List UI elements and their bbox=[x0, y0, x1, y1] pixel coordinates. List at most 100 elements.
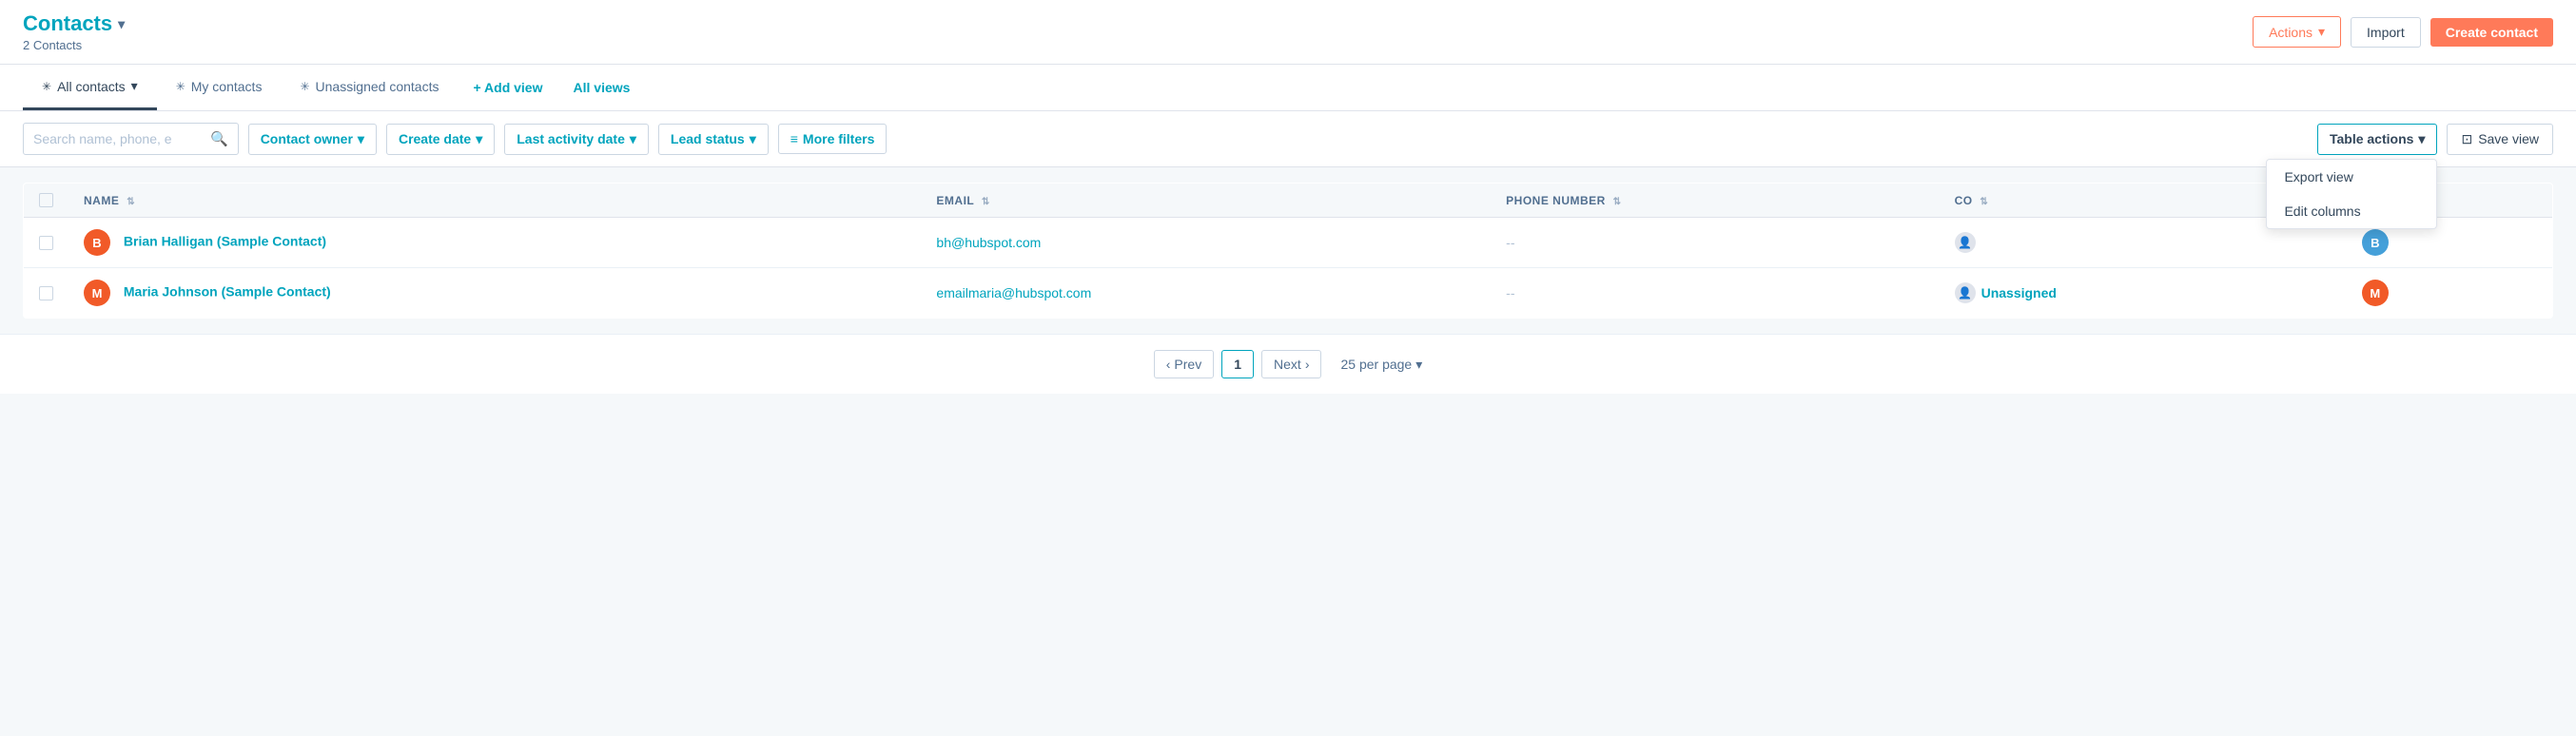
page-title-text: Contacts bbox=[23, 11, 112, 36]
lead-status-chevron-icon: ▾ bbox=[750, 131, 756, 147]
row1-name-link[interactable]: Brian Halligan (Sample Contact) bbox=[124, 234, 326, 249]
add-view-label: + Add view bbox=[473, 80, 542, 95]
table-actions-label: Table actions bbox=[2330, 131, 2413, 146]
more-filters-button[interactable]: ≡ More filters bbox=[778, 124, 888, 154]
page-title[interactable]: Contacts ▾ bbox=[23, 11, 125, 36]
prev-label: Prev bbox=[1174, 357, 1201, 372]
row1-assigned-avatar: B bbox=[2362, 229, 2389, 256]
row2-owner-text: Unassigned bbox=[1981, 285, 2057, 300]
prev-button[interactable]: ‹ Prev bbox=[1154, 350, 1214, 378]
more-filters-label: More filters bbox=[803, 131, 874, 146]
tab-all-contacts-label: All contacts bbox=[57, 79, 126, 94]
per-page-chevron-icon: ▾ bbox=[1415, 357, 1422, 373]
tab-my-contacts-label: My contacts bbox=[191, 79, 263, 94]
row2-assigned-avatar: M bbox=[2362, 280, 2389, 306]
all-views-link[interactable]: All views bbox=[558, 67, 646, 108]
prev-chevron-icon: ‹ bbox=[1166, 357, 1171, 372]
email-sort-icon[interactable]: ⇅ bbox=[982, 197, 990, 207]
tabs-bar: ✳ All contacts ▾ ✳ My contacts ✳ Unassig… bbox=[0, 65, 2576, 111]
col-email: EMAIL ⇅ bbox=[921, 184, 1491, 218]
create-contact-button[interactable]: Create contact bbox=[2430, 18, 2553, 47]
contact-count: 2 Contacts bbox=[23, 38, 125, 52]
title-chevron-icon: ▾ bbox=[118, 16, 125, 32]
edit-columns-item[interactable]: Edit columns bbox=[2267, 194, 2436, 228]
row2-checkbox-cell bbox=[24, 268, 69, 319]
row1-avatar: B bbox=[84, 229, 110, 256]
save-icon: ⊡ bbox=[2461, 131, 2472, 147]
save-view-button[interactable]: ⊡ Save view bbox=[2447, 124, 2553, 155]
top-bar: Contacts ▾ 2 Contacts Actions ▾ Import C… bbox=[0, 0, 2576, 65]
filters-bar: 🔍 Contact owner ▾ Create date ▾ Last act… bbox=[0, 111, 2576, 167]
actions-label: Actions bbox=[2269, 25, 2313, 40]
import-button[interactable]: Import bbox=[2351, 17, 2421, 48]
row2-owner-icon: 👤 bbox=[1955, 282, 1976, 303]
tab-unassigned-label: Unassigned contacts bbox=[316, 79, 439, 94]
row1-checkbox[interactable] bbox=[39, 236, 53, 250]
row2-email-link[interactable]: emailmaria@hubspot.com bbox=[936, 285, 1091, 300]
import-label: Import bbox=[2367, 25, 2405, 40]
export-view-label: Export view bbox=[2284, 169, 2352, 184]
row2-name-cell: M Maria Johnson (Sample Contact) bbox=[68, 268, 921, 319]
table-actions-container: Table actions ▾ Export view Edit columns bbox=[2317, 124, 2437, 155]
lead-status-filter[interactable]: Lead status ▾ bbox=[658, 124, 769, 155]
row2-phone-value: -- bbox=[1506, 285, 1514, 300]
create-date-chevron-icon: ▾ bbox=[476, 131, 482, 147]
next-button[interactable]: Next › bbox=[1261, 350, 1321, 378]
tab-my-contacts[interactable]: ✳ My contacts bbox=[157, 66, 282, 110]
last-activity-chevron-icon: ▾ bbox=[630, 131, 636, 147]
row2-owner-cell: 👤 Unassigned bbox=[1940, 268, 2347, 319]
header-checkbox-cell bbox=[24, 184, 69, 218]
phone-sort-icon[interactable]: ⇅ bbox=[1613, 197, 1622, 207]
edit-columns-label: Edit columns bbox=[2284, 203, 2360, 219]
select-all-checkbox[interactable] bbox=[39, 193, 53, 207]
col-name-label: NAME bbox=[84, 194, 119, 207]
last-activity-label: Last activity date bbox=[517, 131, 625, 146]
name-sort-icon[interactable]: ⇅ bbox=[127, 197, 135, 207]
top-bar-left: Contacts ▾ 2 Contacts bbox=[23, 11, 125, 52]
contact-owner-filter[interactable]: Contact owner ▾ bbox=[248, 124, 377, 155]
table-body: B Brian Halligan (Sample Contact) bh@hub… bbox=[24, 218, 2553, 319]
search-icon: 🔍 bbox=[210, 130, 228, 147]
row1-checkbox-cell bbox=[24, 218, 69, 268]
table-wrapper: NAME ⇅ EMAIL ⇅ PHONE NUMBER ⇅ CO ⇅ AS bbox=[0, 167, 2576, 334]
create-date-filter[interactable]: Create date ▾ bbox=[386, 124, 495, 155]
row1-email-cell: bh@hubspot.com bbox=[921, 218, 1491, 268]
tab-unassigned-contacts[interactable]: ✳ Unassigned contacts bbox=[281, 66, 458, 110]
row2-name-link[interactable]: Maria Johnson (Sample Contact) bbox=[124, 284, 331, 300]
pagination: ‹ Prev 1 Next › 25 per page ▾ bbox=[0, 334, 2576, 394]
filter-lines-icon: ≡ bbox=[790, 131, 798, 146]
col-owner-label: CO bbox=[1955, 194, 1973, 207]
table-header: NAME ⇅ EMAIL ⇅ PHONE NUMBER ⇅ CO ⇅ AS bbox=[24, 184, 2553, 218]
col-phone: PHONE NUMBER ⇅ bbox=[1491, 184, 1939, 218]
actions-button[interactable]: Actions ▾ bbox=[2253, 16, 2341, 48]
per-page-selector[interactable]: 25 per page ▾ bbox=[1340, 357, 1422, 373]
tab-all-contacts[interactable]: ✳ All contacts ▾ bbox=[23, 65, 157, 110]
last-activity-filter[interactable]: Last activity date ▾ bbox=[504, 124, 649, 155]
search-input[interactable] bbox=[33, 131, 205, 146]
pin-icon: ✳ bbox=[176, 80, 185, 93]
search-box[interactable]: 🔍 bbox=[23, 123, 239, 155]
create-date-label: Create date bbox=[399, 131, 471, 146]
actions-chevron-icon: ▾ bbox=[2318, 24, 2325, 40]
table-actions-chevron-icon: ▾ bbox=[2418, 131, 2425, 147]
add-view-button[interactable]: + Add view bbox=[458, 67, 557, 108]
next-chevron-icon: › bbox=[1305, 357, 1310, 372]
next-label: Next bbox=[1274, 357, 1301, 372]
owner-sort-icon[interactable]: ⇅ bbox=[1980, 197, 1988, 207]
table-actions-button[interactable]: Table actions ▾ bbox=[2317, 124, 2437, 155]
row2-email-cell: emailmaria@hubspot.com bbox=[921, 268, 1491, 319]
save-view-label: Save view bbox=[2478, 131, 2539, 146]
col-name: NAME ⇅ bbox=[68, 184, 921, 218]
row2-checkbox[interactable] bbox=[39, 286, 53, 300]
row2-phone-cell: -- bbox=[1491, 268, 1939, 319]
col-phone-label: PHONE NUMBER bbox=[1506, 194, 1606, 207]
row2-assigned-cell: M bbox=[2347, 268, 2553, 319]
contact-owner-label: Contact owner bbox=[261, 131, 353, 146]
col-email-label: EMAIL bbox=[936, 194, 974, 207]
table-actions-dropdown: Export view Edit columns bbox=[2266, 159, 2437, 229]
tab-chevron-icon: ▾ bbox=[131, 78, 138, 94]
table-row: B Brian Halligan (Sample Contact) bh@hub… bbox=[24, 218, 2553, 268]
top-bar-actions: Actions ▾ Import Create contact bbox=[2253, 16, 2553, 48]
row1-email-link[interactable]: bh@hubspot.com bbox=[936, 235, 1041, 250]
export-view-item[interactable]: Export view bbox=[2267, 160, 2436, 194]
